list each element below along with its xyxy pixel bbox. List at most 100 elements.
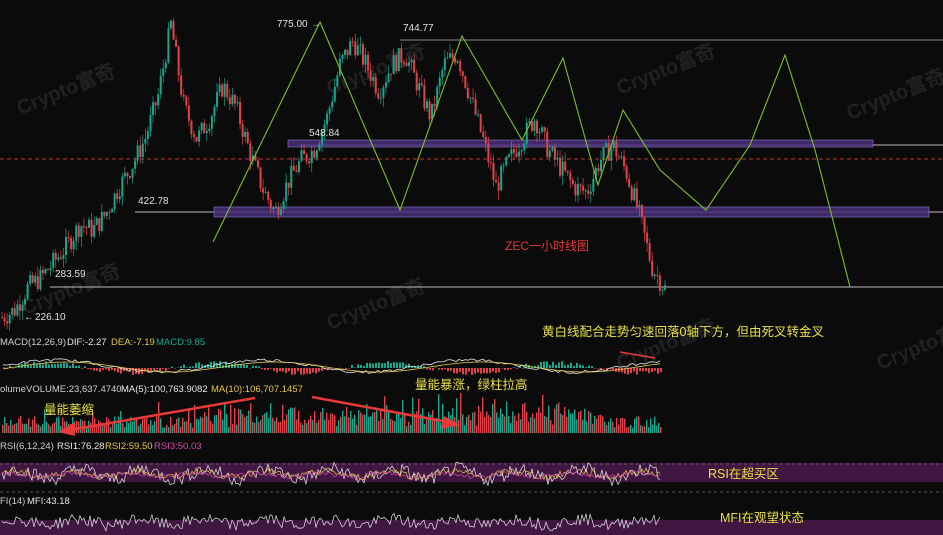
candle-body <box>615 141 618 157</box>
macd-bar <box>357 364 359 368</box>
volume-bar <box>174 423 176 433</box>
volume-bar <box>554 408 556 433</box>
candle-body <box>190 120 193 135</box>
volume-bar <box>228 427 230 433</box>
volume-bar <box>178 417 180 433</box>
macd-bar <box>375 363 377 368</box>
candle-body <box>472 97 475 99</box>
volume-bar <box>408 421 410 433</box>
candle-body <box>246 131 249 144</box>
candle-body <box>425 101 428 109</box>
candle-body <box>584 190 587 192</box>
volume-bar <box>624 418 626 433</box>
candle-body <box>456 61 459 63</box>
volume-bar <box>294 407 296 433</box>
macd-bar <box>51 363 53 368</box>
volume-bar <box>332 413 334 433</box>
macd-bar <box>63 362 65 368</box>
macd-bar <box>285 368 287 374</box>
candle-body <box>116 193 119 200</box>
macd-bar <box>471 368 473 375</box>
mfi-value-label: MFI:43.18 <box>27 496 70 507</box>
volume-bar <box>606 425 608 433</box>
volume-bar <box>8 425 10 433</box>
volume-ma5-label: MA(5):100,763.9082 <box>121 384 208 395</box>
volume-bar <box>126 420 128 433</box>
candle-body <box>523 143 526 151</box>
macd-bar <box>492 368 494 372</box>
volume-bar <box>406 426 408 433</box>
volume-bar <box>264 413 266 433</box>
candle-body <box>121 176 124 197</box>
volume-bar <box>466 416 468 433</box>
candle-body <box>617 156 620 158</box>
macd-bar <box>243 364 245 368</box>
candle-body <box>62 255 65 259</box>
volume-bar <box>608 421 610 433</box>
volume-bar <box>226 413 228 433</box>
candle-body <box>305 154 308 162</box>
candle-body <box>408 62 411 66</box>
candle-body <box>546 131 549 158</box>
candle-body <box>354 41 357 56</box>
macd-bar <box>15 367 17 368</box>
watermark-text: Crypto富奇 <box>843 63 943 124</box>
candle-body <box>489 161 492 163</box>
macd-bar <box>351 364 353 368</box>
macd-bar <box>474 368 476 374</box>
volume-bar <box>584 408 586 433</box>
macd-bar <box>588 365 590 368</box>
candle-body <box>497 182 500 191</box>
macd-bar <box>567 364 569 368</box>
candle-body <box>77 225 80 237</box>
volume-bar <box>576 419 578 433</box>
volume-bar <box>252 421 254 433</box>
volume-bar <box>510 423 512 433</box>
candle-body <box>420 83 423 86</box>
volume-bar <box>474 411 476 433</box>
macd-panel: MACD(12,26,9) DIF:-2.27 DEA:-7.19 MACD:9… <box>0 337 662 375</box>
candle-body <box>346 49 349 56</box>
candle-body <box>100 211 103 231</box>
volume-bar <box>566 416 568 433</box>
volume-bar <box>514 415 516 433</box>
volume-bar <box>114 416 116 433</box>
volume-bar <box>490 417 492 433</box>
macd-bar <box>468 368 470 372</box>
candle-body <box>187 105 190 121</box>
candle-body <box>313 150 316 158</box>
candle-body <box>118 196 121 200</box>
volume-bar <box>592 423 594 433</box>
volume-bar <box>320 412 322 433</box>
candle-body <box>648 243 651 261</box>
candle-body <box>241 123 244 137</box>
macd-bar <box>288 368 290 372</box>
candle-body <box>441 70 444 78</box>
macd-bar <box>657 368 659 374</box>
volume-bar <box>152 424 154 433</box>
macd-bar <box>87 368 89 370</box>
candle-body <box>310 150 313 164</box>
macd-bar <box>78 365 80 368</box>
macd-bar <box>108 368 110 371</box>
candle-body <box>410 60 413 63</box>
candle-body <box>392 55 395 74</box>
macd-bar <box>318 368 320 372</box>
macd-bar <box>480 368 482 374</box>
volume-bar <box>612 421 614 433</box>
candle-body <box>303 150 306 155</box>
volume-bar <box>372 412 374 433</box>
macd-bar <box>462 368 464 375</box>
volume-bar <box>318 419 320 433</box>
candle-body <box>95 218 98 225</box>
volume-bar <box>496 412 498 433</box>
volume-bar <box>598 415 600 433</box>
candle-body <box>59 257 62 259</box>
macd-bar <box>57 363 59 368</box>
volume-bar <box>626 427 628 433</box>
volume-bar <box>532 413 534 433</box>
candle-body <box>533 120 536 131</box>
volume-bar <box>396 413 398 433</box>
volume-bar <box>640 425 642 433</box>
candle-body <box>169 20 172 29</box>
